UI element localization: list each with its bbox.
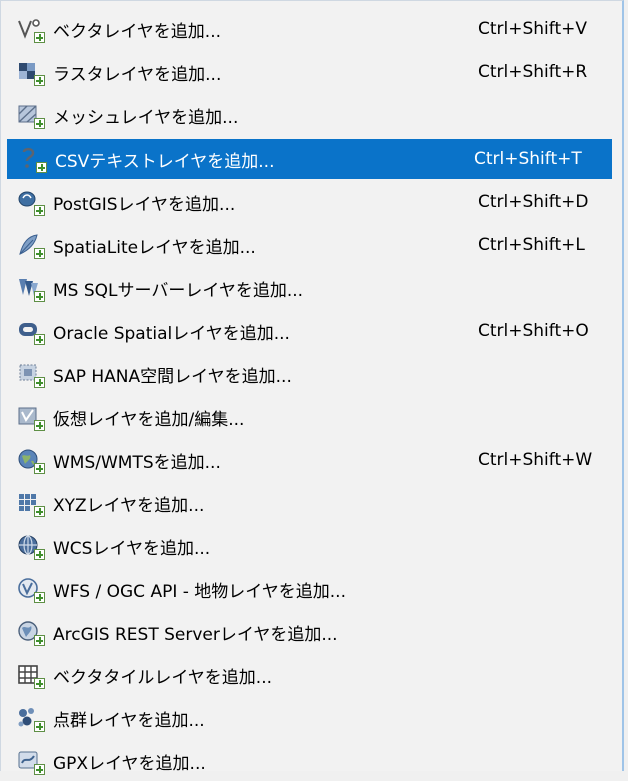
menu-item-label: SpatiaLiteレイヤを追加... [53, 237, 256, 258]
arcgis-rest-icon [17, 619, 45, 646]
vector-layer-icon [17, 16, 45, 43]
menu-item-add-wcs-layer[interactable]: WCSレイヤを追加... [5, 526, 616, 566]
sap-hana-icon [17, 361, 45, 388]
xyz-icon [17, 490, 45, 517]
menu-item-label: WFS / OGC API - 地物レイヤを追加... [53, 581, 346, 602]
menu-item-shortcut: Ctrl+Shift+R [478, 62, 588, 82]
mssql-icon [17, 275, 45, 302]
menu-item-add-wms-wmts-layer[interactable]: WMS/WMTSを追加... Ctrl+Shift+W [5, 440, 616, 480]
point-cloud-icon [17, 705, 45, 732]
spatialite-icon [17, 232, 45, 259]
menu-item-add-vector-tile-layer[interactable]: ベクタタイルレイヤを追加... [5, 655, 616, 695]
menu-item-shortcut: Ctrl+Shift+W [478, 450, 593, 470]
wms-icon [17, 447, 45, 474]
menu-item-label: ラスタレイヤを追加... [53, 64, 222, 85]
menu-item-add-virtual-layer[interactable]: 仮想レイヤを追加/編集... [5, 397, 616, 437]
vector-tile-icon [17, 662, 45, 689]
menu-item-label: GPXレイヤを追加... [53, 753, 206, 774]
menu-item-shortcut: Ctrl+Shift+T [474, 149, 582, 169]
raster-layer-icon [17, 59, 45, 86]
menu-item-add-xyz-layer[interactable]: XYZレイヤを追加... [5, 483, 616, 523]
menu-item-add-mssql-layer[interactable]: MS SQLサーバーレイヤを追加... [5, 268, 616, 308]
menu-item-label: メッシュレイヤを追加... [53, 107, 239, 128]
menu-item-label: SAP HANA空間レイヤを追加... [53, 366, 292, 387]
menu-item-add-vector-layer[interactable]: ベクタレイヤを追加... Ctrl+Shift+V [5, 9, 616, 49]
menu-item-label: 仮想レイヤを追加/編集... [53, 409, 245, 430]
menu-item-shortcut: Ctrl+Shift+O [478, 321, 589, 341]
menu-item-add-postgis-layer[interactable]: PostGISレイヤを追加... Ctrl+Shift+D [5, 182, 616, 222]
wcs-icon [17, 533, 45, 560]
menu-item-label: PostGISレイヤを追加... [53, 194, 236, 215]
menu-item-label: MS SQLサーバーレイヤを追加... [53, 280, 304, 301]
postgis-icon [17, 189, 45, 216]
virtual-layer-icon [17, 404, 45, 431]
menu-item-add-spatialite-layer[interactable]: SpatiaLiteレイヤを追加... Ctrl+Shift+L [5, 225, 616, 265]
csv-text-layer-icon [19, 146, 47, 173]
menu-item-shortcut: Ctrl+Shift+D [478, 192, 589, 212]
menu-item-add-gpx-layer[interactable]: GPXレイヤを追加... [5, 741, 616, 781]
menu-item-label: 点群レイヤを追加... [53, 710, 205, 731]
menu-item-label: XYZレイヤを追加... [53, 495, 205, 516]
menu-item-add-wfs-layer[interactable]: WFS / OGC API - 地物レイヤを追加... [5, 569, 616, 609]
menu-item-add-arcgis-rest-layer[interactable]: ArcGIS REST Serverレイヤを追加... [5, 612, 616, 652]
gpx-icon [17, 748, 45, 775]
wfs-icon [17, 576, 45, 603]
mesh-layer-icon [17, 102, 45, 129]
menu-item-shortcut: Ctrl+Shift+V [478, 19, 588, 39]
menu-item-add-sap-hana-layer[interactable]: SAP HANA空間レイヤを追加... [5, 354, 616, 394]
menu-item-shortcut: Ctrl+Shift+L [478, 235, 585, 255]
oracle-icon [17, 318, 45, 345]
menu-item-label: ベクタタイルレイヤを追加... [53, 667, 273, 688]
menu-item-label: WCSレイヤを追加... [53, 538, 211, 559]
menu-item-label: ベクタレイヤを追加... [53, 21, 222, 42]
menu-item-label: WMS/WMTSを追加... [53, 452, 221, 473]
menu-item-add-oracle-layer[interactable]: Oracle Spatialレイヤを追加... Ctrl+Shift+O [5, 311, 616, 351]
menu-item-add-raster-layer[interactable]: ラスタレイヤを追加... Ctrl+Shift+R [5, 52, 616, 92]
menu-item-label: ArcGIS REST Serverレイヤを追加... [53, 624, 338, 645]
menu-item-label: CSVテキストレイヤを追加... [55, 151, 275, 172]
menu-item-add-mesh-layer[interactable]: メッシュレイヤを追加... [5, 95, 616, 135]
add-layer-menu: ベクタレイヤを追加... Ctrl+Shift+V ラスタレイヤを追加... C… [0, 0, 624, 775]
menu-item-add-point-cloud-layer[interactable]: 点群レイヤを追加... [5, 698, 616, 738]
menu-item-add-csv-text-layer[interactable]: CSVテキストレイヤを追加... Ctrl+Shift+T [7, 139, 612, 179]
menu-item-label: Oracle Spatialレイヤを追加... [53, 323, 290, 344]
